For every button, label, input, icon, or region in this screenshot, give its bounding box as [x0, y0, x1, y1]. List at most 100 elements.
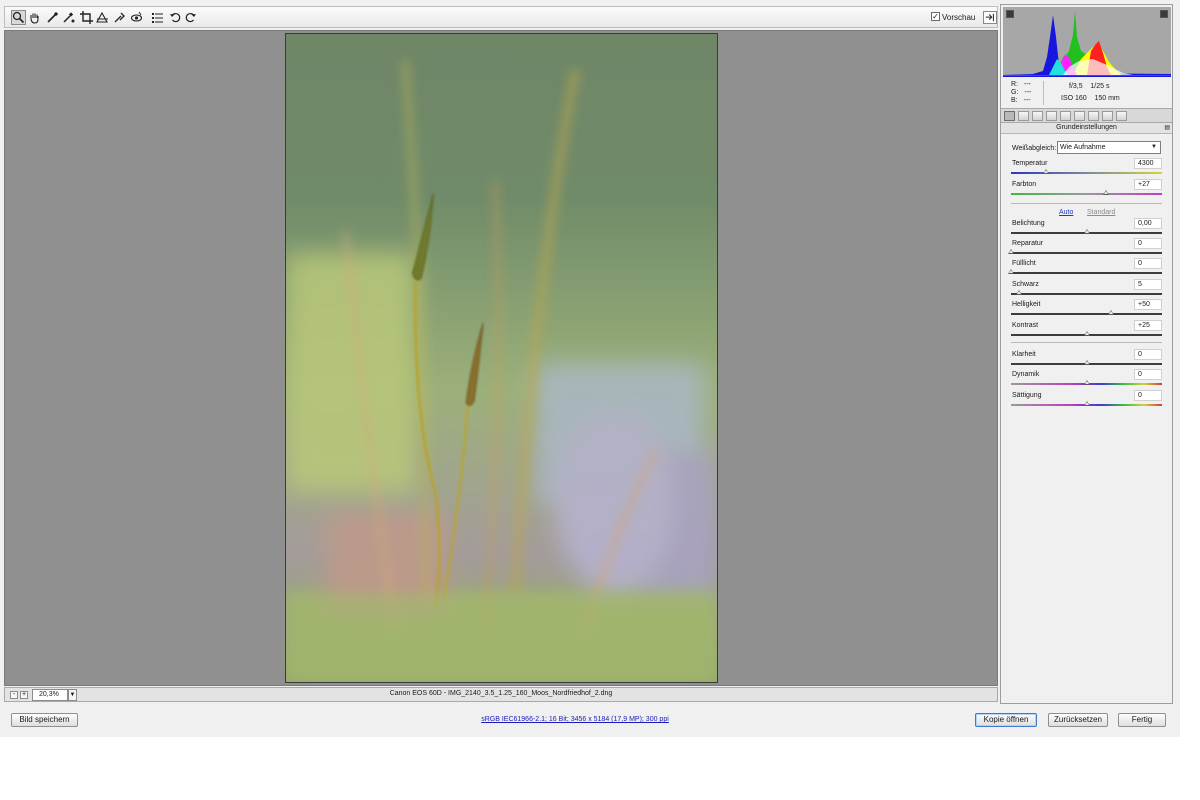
- focal-length: 150 mm: [1094, 95, 1120, 102]
- tab-presets-icon[interactable]: [1116, 111, 1127, 121]
- divider: [1011, 203, 1162, 204]
- white-balance-label: Weißabgleich:: [1012, 145, 1057, 152]
- slider-value-field[interactable]: 0: [1134, 258, 1162, 269]
- white-balance-value: Wie Aufnahme: [1060, 144, 1106, 151]
- tab-detail-icon[interactable]: [1032, 111, 1043, 121]
- slider-value-field[interactable]: +27: [1134, 179, 1162, 190]
- slider-value-field[interactable]: +25: [1134, 320, 1162, 331]
- slider-track[interactable]: [1011, 272, 1162, 274]
- slider-handle[interactable]: [1083, 360, 1090, 365]
- slider-fülllicht: Fülllicht 0: [1008, 258, 1162, 280]
- slider-track[interactable]: [1011, 293, 1162, 295]
- bottom-bar: Bild speichern sRGB IEC61966-2.1; 16 Bit…: [0, 705, 1180, 737]
- tab-split-toning-icon[interactable]: [1060, 111, 1071, 121]
- hand-icon[interactable]: [27, 10, 42, 25]
- slider-value-field[interactable]: 5: [1134, 279, 1162, 290]
- rotate-left-icon[interactable]: [168, 10, 183, 25]
- adjustment-panel: R: --- G: --- B: --- f/3,5 1/25 s ISO 160 1…: [1000, 4, 1173, 704]
- camera-raw-window: ✓ Vorschau - + 20,3% ▼ Canon EOS 60D - I…: [0, 0, 1180, 737]
- slider-label: Schwarz: [1012, 281, 1039, 288]
- slider-value-field[interactable]: 0: [1134, 238, 1162, 249]
- shadow-clipping-warning-icon[interactable]: [1006, 10, 1014, 18]
- g-label: G:: [1011, 89, 1019, 96]
- tab-camera-calibration-icon[interactable]: [1102, 111, 1113, 121]
- fullscreen-toggle-icon[interactable]: [983, 11, 997, 24]
- aperture: f/3,5: [1069, 83, 1083, 90]
- standard-link[interactable]: Standard: [1087, 209, 1115, 216]
- slider-handle[interactable]: [1083, 331, 1090, 336]
- section-title: Grundeinstellungen ▤: [1001, 123, 1172, 134]
- slider-handle[interactable]: [1103, 190, 1110, 195]
- highlight-clipping-warning-icon[interactable]: [1160, 10, 1168, 18]
- slider-value-field[interactable]: 4300: [1134, 158, 1162, 169]
- white-balance-eyedropper-icon[interactable]: [45, 10, 60, 25]
- photo-preview: [285, 33, 718, 683]
- tab-tone-curve-icon[interactable]: [1018, 111, 1029, 121]
- shutter-speed: 1/25 s: [1090, 83, 1110, 90]
- tab-basic-icon[interactable]: [1004, 111, 1015, 121]
- preferences-list-icon[interactable]: [150, 10, 165, 25]
- info-area: R: --- G: --- B: --- f/3,5 1/25 s ISO 160 1…: [1003, 79, 1171, 107]
- red-eye-icon[interactable]: [129, 10, 144, 25]
- r-value: ---: [1024, 81, 1031, 88]
- spot-removal-icon[interactable]: [112, 10, 127, 25]
- r-label: R:: [1011, 81, 1018, 88]
- slider-handle[interactable]: [1008, 269, 1014, 274]
- chevron-down-icon: ▼: [1151, 144, 1157, 150]
- iso: ISO 160: [1061, 95, 1087, 102]
- slider-track[interactable]: [1011, 172, 1162, 174]
- slider-belichtung: Belichtung 0,00: [1011, 218, 1162, 240]
- straighten-icon[interactable]: [95, 10, 110, 25]
- tab-hsl-icon[interactable]: [1046, 111, 1057, 121]
- slider-label: Temperatur: [1012, 160, 1048, 167]
- rotate-right-icon[interactable]: [183, 10, 198, 25]
- slider-label: Klarheit: [1012, 351, 1036, 358]
- slider-helligkeit: Helligkeit +50: [1011, 299, 1162, 321]
- slider-label: Belichtung: [1012, 220, 1045, 227]
- slider-value-field[interactable]: 0: [1134, 390, 1162, 401]
- slider-label: Sättigung: [1012, 392, 1042, 399]
- open-copy-button[interactable]: Kopie öffnen: [975, 713, 1037, 727]
- slider-track[interactable]: [1011, 313, 1162, 315]
- slider-kontrast: Kontrast +25: [1011, 320, 1162, 342]
- crop-icon[interactable]: [79, 10, 94, 25]
- slider-value-field[interactable]: 0: [1134, 369, 1162, 380]
- slider-handle[interactable]: [1015, 290, 1022, 295]
- zoom-icon[interactable]: [11, 10, 26, 25]
- slider-value-field[interactable]: +50: [1134, 299, 1162, 310]
- slider-track[interactable]: [1011, 252, 1162, 254]
- slider-handle[interactable]: [1008, 249, 1014, 254]
- slider-handle[interactable]: [1083, 229, 1090, 234]
- slider-label: Dynamik: [1012, 371, 1040, 378]
- panel-tabs: [1001, 108, 1172, 123]
- slider-handle[interactable]: [1083, 401, 1090, 406]
- slider-label: Kontrast: [1012, 322, 1039, 329]
- tab-lens-corrections-icon[interactable]: [1074, 111, 1085, 121]
- slider-value-field[interactable]: 0: [1134, 349, 1162, 360]
- slider-label: Helligkeit: [1012, 301, 1041, 308]
- done-button[interactable]: Fertig: [1118, 713, 1166, 727]
- slider-label: Farbton: [1012, 181, 1037, 188]
- exif-line-2: ISO 160 150 mm: [1061, 95, 1120, 102]
- histogram: [1003, 7, 1171, 77]
- image-preview-area[interactable]: [4, 30, 998, 686]
- slider-track[interactable]: [1011, 193, 1162, 195]
- slider-handle[interactable]: [1083, 380, 1090, 385]
- slider-handle[interactable]: [1042, 169, 1049, 174]
- b-value: ---: [1023, 97, 1031, 104]
- exif-line-1: f/3,5 1/25 s: [1069, 83, 1109, 90]
- tab-effects-icon[interactable]: [1088, 111, 1099, 121]
- reset-button[interactable]: Zurücksetzen: [1048, 713, 1108, 727]
- slider-handle[interactable]: [1107, 310, 1114, 315]
- slider-farbton: Farbton +27: [1011, 179, 1162, 201]
- file-name: Canon EOS 60D - IMG_2140_3.5_1.25_160_Mo…: [389, 690, 613, 697]
- auto-link[interactable]: Auto: [1059, 209, 1073, 216]
- panel-menu-icon[interactable]: ▤: [1164, 123, 1170, 133]
- slider-klarheit: Klarheit 0: [1011, 349, 1162, 371]
- preview-checkbox[interactable]: ✓: [931, 12, 940, 21]
- slider-label: Fülllicht: [1012, 260, 1036, 267]
- slider-value-field[interactable]: 0,00: [1134, 218, 1162, 229]
- status-bar: - + 20,3% ▼ Canon EOS 60D - IMG_2140_3.5…: [4, 687, 998, 702]
- white-balance-select[interactable]: Wie Aufnahme ▼: [1057, 141, 1161, 154]
- color-sampler-icon[interactable]: [61, 10, 76, 25]
